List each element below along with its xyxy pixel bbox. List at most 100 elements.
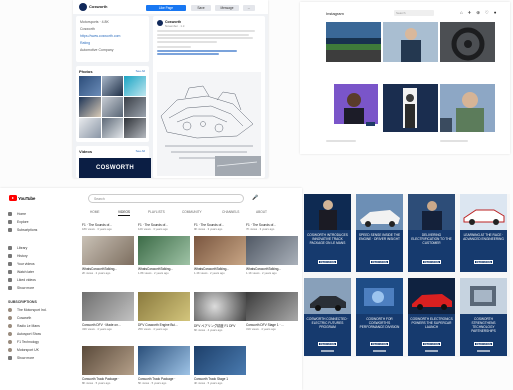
news-tile[interactable]: LEARNING AT THE RACE · ADVANCED ENGINEER…: [460, 194, 507, 272]
youtube-search-input[interactable]: Search: [88, 194, 244, 203]
video-thumbnail[interactable]: [82, 236, 134, 265]
more-options-button[interactable]: ...: [243, 5, 255, 11]
video-title[interactable]: Cosworth Track Stage 1: [194, 377, 246, 381]
post-avatar[interactable]: [157, 20, 163, 26]
sidebar-channel[interactable]: The Motorsport Ind.: [8, 308, 47, 312]
instagram-post-event[interactable]: [383, 84, 438, 132]
tab-playlists[interactable]: Playlists: [148, 210, 165, 214]
video-title[interactable]: Cosworth DFV · Made on...: [82, 323, 134, 327]
news-tile[interactable]: COSWORTH ELECTRONICS POWERS THE SUPERCAR…: [408, 278, 455, 356]
sidebar-item-explore[interactable]: Explore: [8, 220, 29, 224]
sidebar-item-history[interactable]: History: [8, 254, 28, 258]
video-card[interactable]: WhatsCosworthTalking... 1.8K views · 2 y…: [138, 236, 190, 275]
save-button[interactable]: Save: [191, 5, 211, 11]
read-more-button[interactable]: READ MORE: [370, 260, 389, 264]
photo-thumbnail[interactable]: [79, 97, 101, 117]
video-thumbnail[interactable]: [194, 292, 246, 321]
video-card[interactable]: Cosworth DFV Stage 1 · ... 31K views · 4…: [246, 292, 298, 331]
tab-about[interactable]: About: [256, 210, 267, 214]
photo-thumbnail[interactable]: [124, 97, 146, 117]
post-link-line[interactable]: [157, 49, 237, 52]
read-more-button[interactable]: READ MORE: [474, 342, 493, 346]
video-thumbnail[interactable]: [138, 236, 190, 265]
read-more-button[interactable]: READ MORE: [318, 342, 337, 346]
read-more-button[interactable]: READ MORE: [422, 260, 441, 264]
sidebar-item-liked-videos[interactable]: Liked videos: [8, 278, 36, 282]
video-card[interactable]: DFV Cosworth Engine Bui... 25K views · 4…: [138, 292, 190, 331]
post-image-technical-drawing[interactable]: [157, 72, 261, 176]
sidebar-channel[interactable]: Autosport Show: [8, 332, 41, 336]
post-link-line[interactable]: [157, 53, 219, 56]
news-tile[interactable]: DELIVERING ELECTRIFICATION TO THE CUSTOM…: [408, 194, 455, 272]
photo-thumbnail[interactable]: [79, 76, 101, 96]
instagram-post-profile[interactable]: [326, 84, 381, 132]
read-more-button[interactable]: READ MORE: [474, 260, 493, 264]
instagram-post-driver[interactable]: [440, 84, 495, 132]
video-thumbnail[interactable]: [82, 292, 134, 321]
sidebar-item-subscriptions[interactable]: Subscriptions: [8, 228, 37, 232]
sidebar-item-your-videos[interactable]: Your videos: [8, 262, 35, 266]
news-tile[interactable]: SPEED SENSE INSIDE THE ENGINE · DRIVER I…: [356, 194, 403, 272]
video-card[interactable]: WhatsCosworthTalking... 2K views · 2 yea…: [82, 236, 134, 275]
tab-channels[interactable]: Channels: [222, 210, 239, 214]
sidebar-channel[interactable]: Motorsport UK: [8, 348, 39, 352]
video-card[interactable]: Cosworth Track Stage 1 4K views · 5 year…: [194, 346, 246, 385]
photo-thumbnail[interactable]: [124, 76, 146, 96]
video-title[interactable]: WhatsCosworthTalking...: [82, 267, 134, 271]
photo-thumbnail[interactable]: [101, 76, 124, 96]
video-thumbnail[interactable]: [138, 292, 190, 321]
message-button[interactable]: Message: [215, 5, 239, 11]
news-tile[interactable]: COSWORTH STRENGTHENS TECHNOLOGY PARTNERS…: [460, 278, 507, 356]
video-card[interactable]: Cosworth Track Package · 8K views · 5 ye…: [82, 346, 134, 385]
photo-thumbnail[interactable]: [79, 118, 101, 138]
sidebar-item-watch-later[interactable]: Watch later: [8, 270, 34, 274]
photo-thumbnail[interactable]: [101, 97, 124, 117]
video-title[interactable]: DFV ペアリング精度 F1 DFV: [194, 323, 246, 328]
youtube-logo-icon[interactable]: [9, 195, 17, 201]
website-link[interactable]: https://www.cosworth.com: [80, 34, 145, 39]
video-title[interactable]: Cosworth DFV Stage 1 · ...: [246, 323, 298, 327]
video-thumbnail[interactable]: [246, 236, 298, 265]
video-card[interactable]: Cosworth DFV · Made on... 43K views · 4 …: [82, 292, 134, 331]
video-title[interactable]: WhatsCosworthTalking...: [138, 267, 190, 271]
sidebar-channel[interactable]: Cosworth: [8, 316, 31, 320]
video-thumbnail[interactable]: [246, 292, 298, 321]
video-title[interactable]: Cosworth Track Package ·: [82, 377, 134, 381]
news-tile[interactable]: COSWORTH INTRODUCES INNOVATIVE TRACK PAC…: [304, 194, 351, 272]
video-card[interactable]: DFV ペアリング精度 F1 DFV 6K views · 4 years ag…: [194, 292, 246, 332]
youtube-brand[interactable]: YouTube: [18, 196, 35, 201]
sidebar-channel[interactable]: Radio Le Mans: [8, 324, 40, 328]
video-title[interactable]: DFV Cosworth Engine Bui...: [138, 323, 190, 327]
video-card[interactable]: WhatsCosworthTalking... 1.4K views · 2 y…: [194, 236, 246, 275]
video-thumbnail[interactable]: [138, 346, 190, 375]
photos-see-all-link[interactable]: See All: [136, 69, 145, 73]
news-tile[interactable]: COSWORTH FOR COSWORTH'S PERFORMANCE DIVI…: [356, 278, 403, 356]
sidebar-channel[interactable]: F1 Technology: [8, 340, 39, 344]
photo-thumbnail[interactable]: [124, 118, 146, 138]
video-card[interactable]: Cosworth Track Package · 5K views · 5 ye…: [138, 346, 190, 385]
instagram-nav-icons[interactable]: ⌂ ✈ ⊕ ♡ ●: [460, 10, 498, 16]
tab-videos[interactable]: Videos: [118, 210, 131, 216]
sidebar-channel-show-more[interactable]: Show more: [8, 356, 34, 360]
sidebar-item-home[interactable]: Home: [8, 212, 26, 216]
sidebar-item-library[interactable]: Library: [8, 246, 27, 250]
read-more-button[interactable]: READ MORE: [370, 342, 389, 346]
instagram-post-portrait[interactable]: [383, 22, 438, 62]
like-page-button[interactable]: Like Page: [146, 5, 186, 11]
cosworth-video-banner[interactable]: COSWORTH: [79, 158, 151, 178]
video-card[interactable]: WhatsCosworthTalking... 1.1K views · 2 y…: [246, 236, 298, 275]
sidebar-item-show-more[interactable]: Show more: [8, 286, 34, 290]
microphone-icon[interactable]: 🎤: [252, 195, 258, 201]
instagram-search-input[interactable]: Search: [394, 10, 434, 16]
tab-home[interactable]: Home: [90, 210, 100, 214]
read-more-button[interactable]: READ MORE: [318, 260, 337, 264]
read-more-button[interactable]: READ MORE: [422, 342, 441, 346]
instagram-post-steering-wheel[interactable]: [440, 22, 495, 62]
video-title[interactable]: WhatsCosworthTalking...: [194, 267, 246, 271]
video-title[interactable]: Cosworth Track Package ·: [138, 377, 190, 381]
video-thumbnail[interactable]: [194, 346, 246, 375]
video-thumbnail[interactable]: [82, 346, 134, 375]
videos-see-all-link[interactable]: See All: [136, 149, 145, 153]
video-title[interactable]: WhatsCosworthTalking...: [246, 267, 298, 271]
news-tile[interactable]: COSWORTH CONNECTED · ELECTRIC FUTURES PR…: [304, 278, 351, 356]
